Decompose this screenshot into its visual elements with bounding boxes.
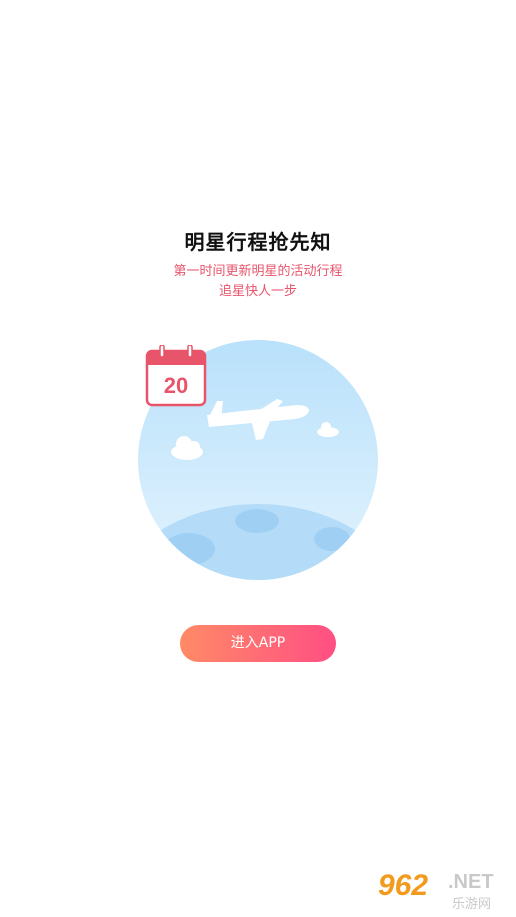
enter-app-button[interactable]: 进入APP xyxy=(180,625,336,662)
watermark-text: 乐游网 xyxy=(452,897,492,912)
subtitle-line-2: 追星快人一步 xyxy=(218,284,297,299)
subtitle-line-1: 第一时间更新明星的活动行程 xyxy=(173,264,343,279)
site-watermark: 962 .NET 乐游网 xyxy=(378,869,508,912)
page-title: 明星行程抢先知 xyxy=(184,230,332,254)
calendar-icon: 20 xyxy=(145,345,207,407)
watermark-number: 962 xyxy=(378,869,429,902)
calendar-day: 20 xyxy=(164,373,188,398)
watermark-domain: .NET xyxy=(448,871,494,893)
